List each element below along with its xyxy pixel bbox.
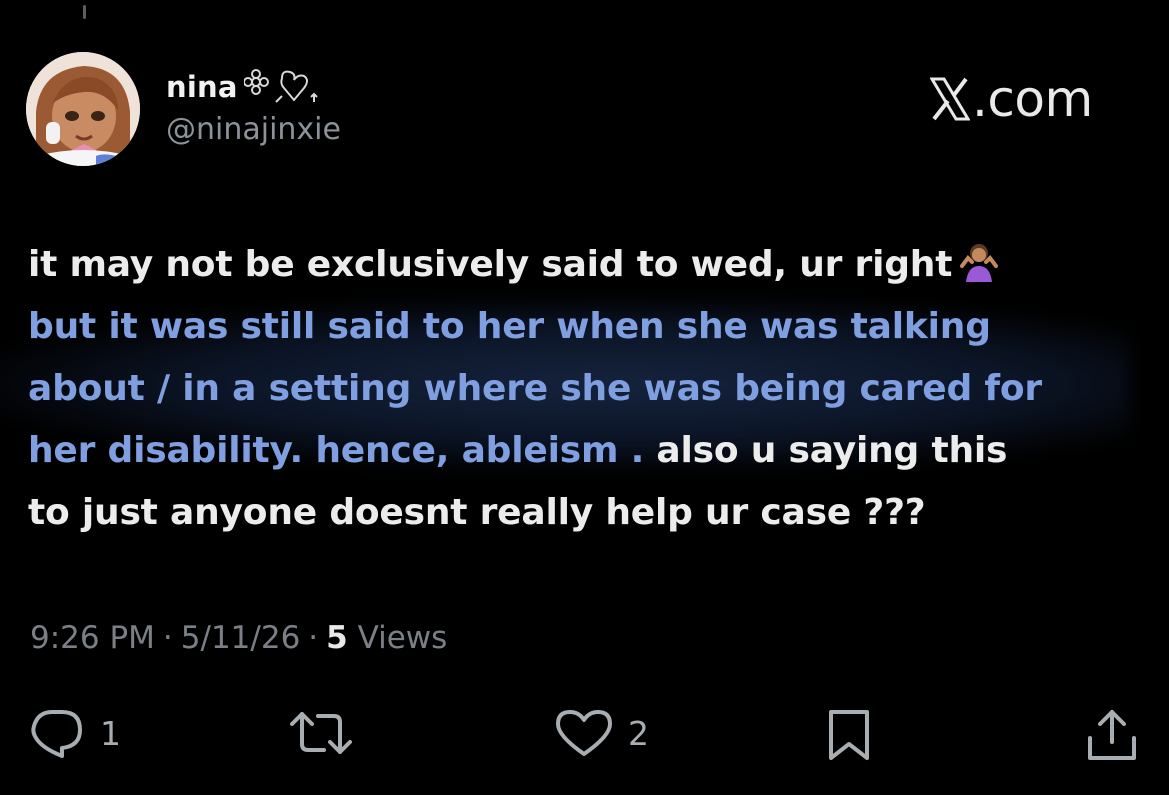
tweet-line-4: her disability. hence, ableism . also u … xyxy=(28,420,1148,482)
share-icon xyxy=(1088,710,1136,760)
tweet-line-1: it may not be exclusively said to wed, u… xyxy=(28,234,1148,296)
tweet-line-2: but it was still said to her when she wa… xyxy=(28,306,991,347)
tweet-time[interactable]: 9:26 PM xyxy=(30,620,155,656)
share-button[interactable] xyxy=(1086,708,1138,762)
views-label: Views xyxy=(357,620,448,656)
flower-heart-deco-icon xyxy=(243,69,318,103)
display-name-row: nina xyxy=(166,66,324,108)
meta-separator: · xyxy=(308,620,319,656)
like-count: 2 xyxy=(628,713,649,753)
bookmark-icon xyxy=(829,710,869,760)
tweet-text: it may not be exclusively said to wed, u… xyxy=(28,234,1148,544)
person-shrugging-emoji-icon xyxy=(960,244,999,282)
x-logo-icon xyxy=(930,77,970,121)
repost-button[interactable] xyxy=(288,708,368,758)
tweet-meta: 9:26 PM · 5/11/26 · 5 Views xyxy=(30,620,447,656)
avatar-illustration xyxy=(26,52,140,166)
display-name[interactable]: nina xyxy=(166,70,238,104)
tweet-line-5: to just anyone doesnt really help ur cas… xyxy=(28,492,926,533)
tweet-line-4-highlight: her disability. hence, ableism . xyxy=(28,430,645,471)
tweet-date[interactable]: 5/11/26 xyxy=(181,620,301,656)
like-button[interactable]: 2 xyxy=(554,708,649,758)
scroll-indicator xyxy=(83,5,86,19)
action-bar: 1 2 xyxy=(0,708,1169,768)
tweet-line-4-rest: also u saying this xyxy=(644,430,1008,471)
meta-separator: · xyxy=(162,620,173,656)
site-logo: .com xyxy=(930,70,1093,128)
repost-icon xyxy=(290,712,352,754)
avatar[interactable] xyxy=(26,52,140,166)
reply-count: 1 xyxy=(100,713,121,753)
tweet-line-3: about / in a setting where she was being… xyxy=(28,368,1042,409)
site-logo-text: .com xyxy=(972,70,1093,128)
views-count[interactable]: 5 xyxy=(326,620,348,656)
reply-icon xyxy=(31,710,82,758)
reply-button[interactable]: 1 xyxy=(28,708,121,758)
like-icon xyxy=(556,710,612,756)
bookmark-button[interactable] xyxy=(826,708,872,762)
user-handle[interactable]: @ninajinxie xyxy=(166,112,341,147)
